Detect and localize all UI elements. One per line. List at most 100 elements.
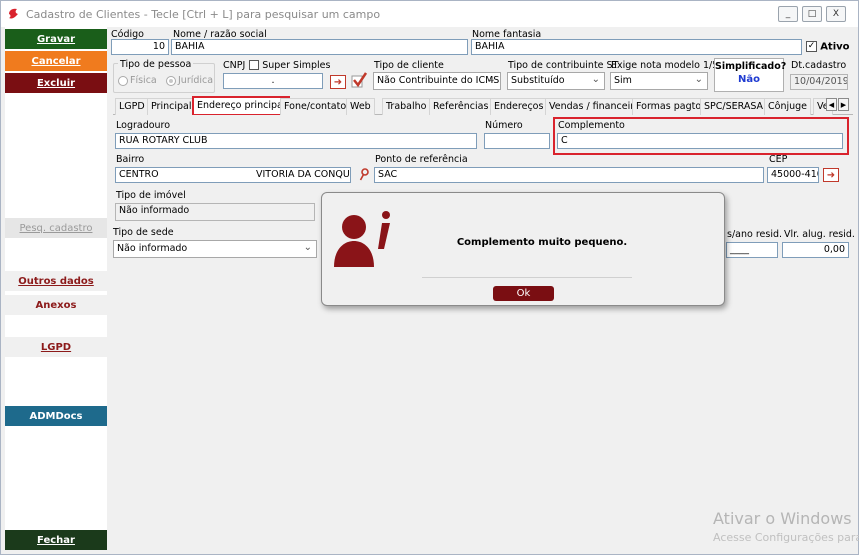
tipo-contrib-st-select[interactable]: Substituído ⌄: [507, 72, 605, 90]
simplificado-box[interactable]: Simplificado? Não: [714, 58, 786, 92]
tipo-pessoa-label: Tipo de pessoa: [118, 59, 194, 70]
cnpj-label: CNPJ: [223, 60, 246, 71]
juridica-radio-label: Jurídica: [178, 75, 214, 86]
client-registration-window: Cadastro de Clientes - Tecle [Ctrl + L] …: [0, 0, 859, 555]
close-form-button[interactable]: Fechar: [5, 530, 107, 550]
attachments-button[interactable]: Anexos: [5, 295, 107, 315]
tipo-cliente-select[interactable]: Não Contribuinte do ICMS ⌄: [373, 72, 501, 90]
numero-label: Número: [485, 120, 523, 131]
tab-endereco-principal[interactable]: Endereço principal: [192, 96, 291, 116]
bairro-field[interactable]: CENTRO VITORIA DA CONQUIS: [115, 167, 351, 183]
info-user-icon: [334, 211, 390, 267]
cep-lookup-button[interactable]: ➜: [823, 168, 839, 182]
tab-trabalho[interactable]: Trabalho: [382, 98, 431, 115]
cnpj-field[interactable]: .: [223, 73, 323, 89]
tab-vendas-financeiro[interactable]: Vendas / financeiro: [545, 98, 644, 115]
nome-field[interactable]: BAHIA: [171, 39, 468, 55]
maximize-button[interactable]: □: [802, 6, 822, 22]
logradouro-label: Logradouro: [116, 120, 171, 131]
tab-spc-serasa[interactable]: SPC/SERASA: [700, 98, 768, 115]
fisica-radio-icon: [118, 75, 128, 86]
minimize-button[interactable]: _: [778, 6, 798, 22]
ativo-label: Ativo: [820, 41, 850, 53]
fisica-radio-label: Física: [130, 75, 157, 86]
juridica-radio[interactable]: Jurídica: [166, 75, 213, 86]
exige-nota-label: Exige nota modelo 1/55: [611, 60, 725, 71]
tipo-cliente-value: Não Contribuinte do ICMS: [377, 75, 500, 86]
cnpj-lookup-button[interactable]: ➜: [330, 75, 346, 89]
chevron-down-icon: ⌄: [303, 242, 312, 253]
admdocs-button[interactable]: ADMDocs: [5, 406, 107, 426]
dialog-message: Complemento muito pequeno.: [456, 237, 628, 248]
fisica-radio[interactable]: Física: [118, 75, 157, 86]
tab-strip: LGPD Principal Endereço principal Fone/c…: [113, 96, 853, 116]
tab-conjuge[interactable]: Cônjuge: [764, 98, 812, 115]
close-button[interactable]: X: [826, 6, 846, 22]
arrow-right-icon: ➜: [333, 76, 343, 88]
tab-lgpd[interactable]: LGPD: [115, 98, 149, 115]
ativo-checkbox[interactable]: ✓ Ativo: [806, 41, 850, 53]
tab-formas-pagto[interactable]: Formas pagto: [632, 98, 706, 115]
tab-scroll-right-button[interactable]: ▶: [838, 98, 849, 111]
search-records-button[interactable]: Pesq. cadastro: [5, 218, 107, 238]
tipo-sede-value: Não informado: [117, 243, 188, 254]
tab-referencias[interactable]: Referências: [429, 98, 493, 115]
save-button[interactable]: Gravar: [5, 29, 107, 49]
tipo-cliente-label: Tipo de cliente: [374, 60, 444, 71]
bairro-value: CENTRO: [119, 169, 159, 180]
cancel-button[interactable]: Cancelar: [5, 51, 107, 71]
juridica-radio-icon: [166, 75, 176, 86]
codigo-field[interactable]: 10: [111, 39, 169, 55]
arrow-right-icon: ➜: [826, 169, 836, 181]
ok-button[interactable]: Ok: [493, 286, 554, 301]
chevron-down-icon: ⌄: [694, 74, 703, 85]
dt-cadastro-label: Dt.cadastro: [791, 60, 847, 71]
title-bar: Cadastro de Clientes - Tecle [Ctrl + L] …: [1, 1, 858, 27]
numero-field[interactable]: [484, 133, 550, 149]
ponto-ref-field[interactable]: SAC: [374, 167, 764, 183]
tipo-sede-select[interactable]: Não informado ⌄: [113, 240, 317, 258]
complemento-label: Complemento: [558, 120, 625, 131]
lgpd-button[interactable]: LGPD: [5, 337, 107, 357]
address-panel: Logradouro RUA ROTARY CLUB Número Comple…: [113, 115, 855, 545]
exige-nota-select[interactable]: Sim ⌄: [610, 72, 708, 90]
exige-nota-value: Sim: [614, 75, 632, 86]
ativo-check-icon: ✓: [806, 41, 817, 52]
windows-activation-subtitle: Acesse Configurações para: [713, 531, 859, 544]
action-sidebar: Gravar Cancelar Excluir Pesq. cadastro O…: [5, 27, 107, 550]
simplificado-value: Não: [738, 74, 760, 85]
tab-fone-contato[interactable]: Fone/contato: [280, 98, 351, 115]
alug-resid-field[interactable]: 0,00: [782, 242, 849, 258]
tipo-imovel-field[interactable]: Não informado: [115, 203, 315, 221]
tipo-contrib-st-value: Substituído: [511, 75, 565, 86]
cep-label: CEP: [769, 154, 788, 165]
dialog-separator: [422, 277, 632, 278]
tab-web[interactable]: Web: [346, 98, 375, 115]
super-simples-label: Super Simples: [262, 60, 331, 71]
key-icon[interactable]: [359, 168, 369, 182]
tab-scroll-left-button[interactable]: ◀: [826, 98, 837, 111]
tab-enderecos[interactable]: Endereços: [490, 98, 548, 115]
fantasia-field[interactable]: BAHIA: [471, 39, 802, 55]
delete-button[interactable]: Excluir: [5, 73, 107, 93]
super-simples-checkbox[interactable]: Super Simples: [249, 60, 330, 71]
tab-principal[interactable]: Principal: [147, 98, 196, 115]
checkmark-icon[interactable]: [351, 71, 367, 89]
windows-activation-title: Ativar o Windows: [713, 509, 852, 528]
tipo-contrib-st-label: Tipo de contribuinte ST: [508, 60, 619, 71]
triangle-left-icon: ◀: [828, 100, 835, 109]
chevron-down-icon: ⌄: [591, 74, 600, 85]
tipo-imovel-label: Tipo de imóvel: [116, 190, 186, 201]
bairro-label: Bairro: [116, 154, 145, 165]
cep-field[interactable]: 45000-410: [767, 167, 819, 183]
ponto-ref-label: Ponto de referência: [375, 154, 468, 165]
super-simples-check-icon: [249, 60, 259, 70]
other-data-button[interactable]: Outros dados: [5, 271, 107, 291]
tipo-sede-label: Tipo de sede: [113, 227, 174, 238]
window-controls: _ □ X: [778, 6, 846, 22]
chevron-down-icon: ⌄: [487, 74, 496, 85]
logradouro-field[interactable]: RUA ROTARY CLUB: [115, 133, 477, 149]
ano-resid-field[interactable]: ____: [726, 242, 778, 258]
app-logo-icon: [9, 8, 18, 19]
complemento-field[interactable]: C: [557, 133, 843, 149]
